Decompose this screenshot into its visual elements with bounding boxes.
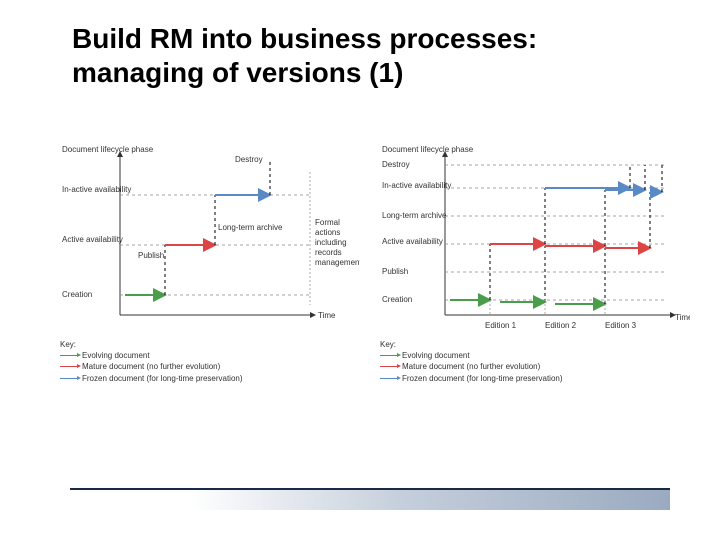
legend-label-mature: Mature document (no further evolution) [82, 361, 220, 372]
svg-text:In-active availability: In-active availability [62, 185, 131, 194]
ylevel-active: Active availability [62, 235, 123, 244]
ylevel-active-r: Active availability [382, 237, 443, 246]
ann-destroy: Destroy [235, 155, 263, 164]
chart-svg-left: Document lifecycle phase In-active avail… [60, 140, 360, 335]
svg-text:Active availability: Active availability [382, 237, 443, 246]
legend-swatch-red [60, 366, 78, 367]
legend-swatch-red-r [380, 366, 398, 367]
svg-text:Active availability: Active availability [62, 235, 123, 244]
x-axis-label: Time [318, 311, 336, 320]
chart-svg-right: Document lifecycle phase Destroy In-acti… [380, 140, 690, 335]
ylevel-creation: Creation [62, 290, 92, 299]
legend-swatch-blue-r [380, 378, 398, 379]
y-axis-label-r: Document lifecycle phase [382, 145, 474, 154]
svg-text:In-active availability: In-active availability [382, 181, 451, 190]
ylevel-destroy-r: Destroy [382, 160, 410, 169]
legend-label-evolving: Evolving document [82, 350, 150, 361]
legend-swatch-blue [60, 378, 78, 379]
slide: Build RM into business processes: managi… [0, 0, 720, 540]
footer-bar [70, 488, 670, 510]
slide-title: Build RM into business processes: managi… [72, 22, 660, 89]
ann-publish: Publish [138, 251, 164, 260]
y-axis-label: Document lifecycle phase [62, 145, 154, 154]
legend-swatch-green-r [380, 355, 398, 356]
legend-heading-r: Key: [380, 339, 690, 350]
xtick-ed3: Edition 3 [605, 321, 637, 330]
ylevel-publish-r: Publish [382, 267, 408, 276]
legend-label-mature-r: Mature document (no further evolution) [402, 361, 540, 372]
legend-label-frozen: Frozen document (for long-time preservat… [82, 373, 243, 384]
ylevel-archive-r: Long-term archive [382, 211, 447, 220]
svg-text:Formalactionsincludingrecordsm: Formalactionsincludingrecordsmanagement [315, 218, 360, 267]
ann-archive: Long-term archive [218, 223, 283, 232]
ylevel-inactive: In-active availability [62, 185, 131, 194]
legend-heading: Key: [60, 339, 360, 350]
legend-right: Key: Evolving document Mature document (… [380, 339, 690, 384]
legend-left: Key: Evolving document Mature document (… [60, 339, 360, 384]
ylevel-creation-r: Creation [382, 295, 412, 304]
lifecycle-chart-editions: Document lifecycle phase Destroy In-acti… [380, 140, 690, 400]
legend-swatch-green [60, 355, 78, 356]
legend-label-evolving-r: Evolving document [402, 350, 470, 361]
legend-label-frozen-r: Frozen document (for long-time preservat… [402, 373, 563, 384]
xtick-ed2: Edition 2 [545, 321, 577, 330]
ylevel-inactive-r: In-active availability [382, 181, 451, 190]
lifecycle-chart-single: Document lifecycle phase In-active avail… [60, 140, 360, 400]
charts-row: Document lifecycle phase In-active avail… [60, 140, 660, 400]
xtick-ed1: Edition 1 [485, 321, 517, 330]
x-axis-label-r: Time [675, 313, 690, 322]
